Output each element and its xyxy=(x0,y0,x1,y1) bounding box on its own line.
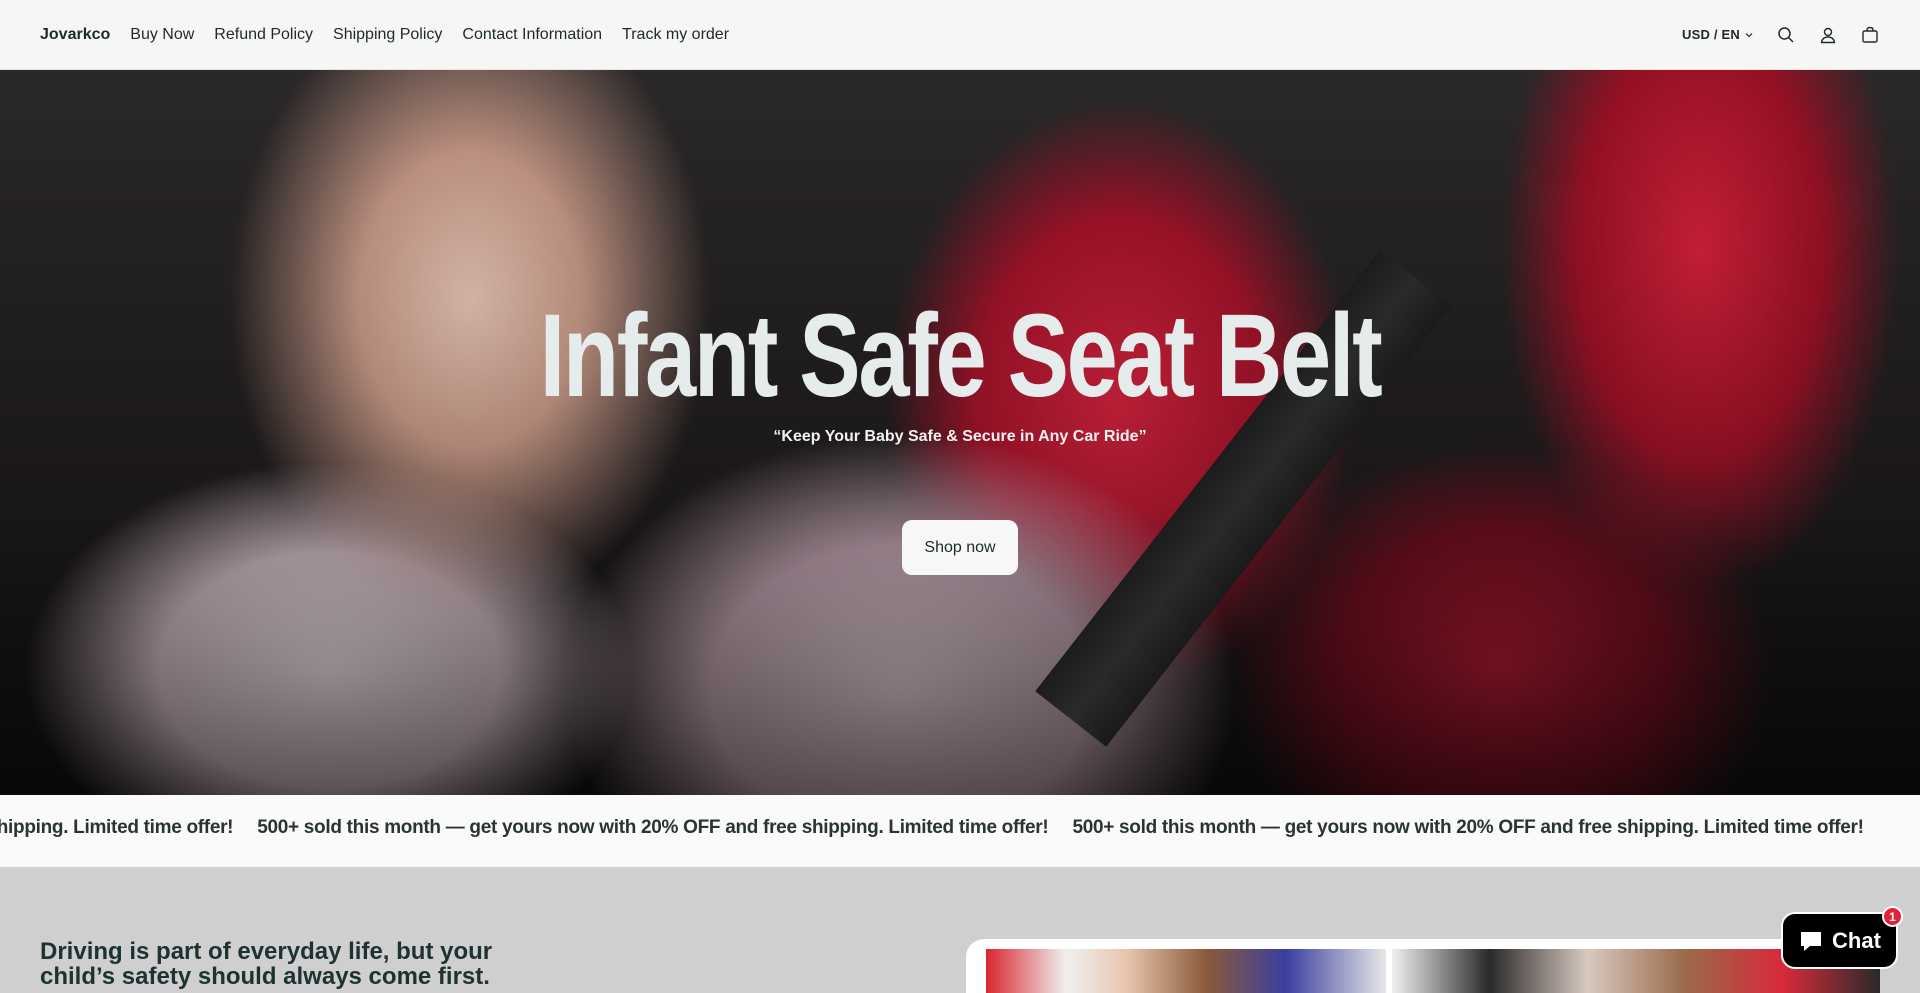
search-button[interactable] xyxy=(1776,25,1796,45)
account-icon xyxy=(1820,27,1836,43)
nav-item-refund-policy[interactable]: Refund Policy xyxy=(214,26,313,44)
announcement-marquee: 500+ sold this month — get yours now wit… xyxy=(0,795,1920,867)
hero-banner: Infant Safe Seat Belt “Keep Your Baby Sa… xyxy=(0,70,1920,795)
safety-section: Driving is part of everyday life, but yo… xyxy=(0,867,1920,993)
section-image xyxy=(966,939,1880,993)
shop-now-button[interactable]: Shop now xyxy=(902,520,1018,575)
hero-subtitle: “Keep Your Baby Safe & Secure in Any Car… xyxy=(773,428,1147,445)
cart-button[interactable] xyxy=(1860,25,1880,45)
marquee-item: 500+ sold this month — get yours now wit… xyxy=(1072,817,1864,838)
nav-item-track-my-order[interactable]: Track my order xyxy=(622,26,729,44)
hero-content: Infant Safe Seat Belt “Keep Your Baby Sa… xyxy=(0,70,1920,795)
cart-icon xyxy=(1862,26,1878,43)
nav-item-contact-information[interactable]: Contact Information xyxy=(462,26,602,44)
chat-label: Chat xyxy=(1832,927,1881,953)
chat-button[interactable]: Chat xyxy=(1781,912,1898,969)
product-photo-left xyxy=(986,949,1386,993)
site-header: Jovarkco Buy Now Refund Policy Shipping … xyxy=(0,0,1920,70)
marquee-item: 500+ sold this month — get yours now wit… xyxy=(0,817,234,838)
account-button[interactable] xyxy=(1818,25,1838,45)
nav-item-shipping-policy[interactable]: Shipping Policy xyxy=(333,26,442,44)
chat-notification-badge: 1 xyxy=(1882,906,1903,927)
marquee-track: 500+ sold this month — get yours now wit… xyxy=(0,817,1864,839)
marquee-item: 500+ sold this month — get yours now wit… xyxy=(257,817,1049,838)
locale-selector[interactable]: USD / EN xyxy=(1682,27,1754,42)
nav-item-buy-now[interactable]: Buy Now xyxy=(130,26,194,44)
main-nav: Buy Now Refund Policy Shipping Policy Co… xyxy=(130,26,729,44)
header-actions: USD / EN xyxy=(1682,25,1880,45)
search-icon xyxy=(1778,26,1794,43)
chevron-down-icon xyxy=(1745,32,1753,37)
chat-bubble-icon xyxy=(1801,931,1822,951)
brand-logo[interactable]: Jovarkco xyxy=(40,26,110,44)
section-heading: Driving is part of everyday life, but yo… xyxy=(40,938,493,991)
hero-title: Infant Safe Seat Belt xyxy=(539,290,1383,422)
locale-label: USD / EN xyxy=(1682,27,1740,42)
